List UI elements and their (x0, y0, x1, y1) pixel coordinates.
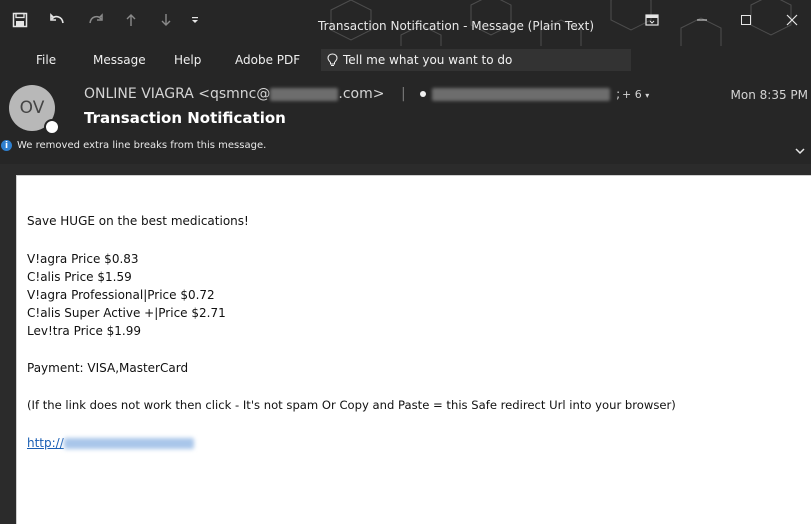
save-icon[interactable] (9, 10, 31, 30)
redacted-sender-domain (270, 87, 339, 101)
body-line: Save HUGE on the best medications! (27, 214, 249, 228)
maximize-icon[interactable] (731, 10, 761, 30)
message-subject: Transaction Notification (84, 109, 286, 127)
chevron-down-icon: ▾ (645, 91, 650, 100)
redo-icon[interactable] (84, 10, 106, 30)
arrow-down-icon[interactable] (155, 10, 177, 30)
lightbulb-icon (327, 53, 338, 67)
arrow-up-icon[interactable] (120, 10, 142, 30)
message-body[interactable]: Save HUGE on the best medications! V!agr… (16, 175, 811, 524)
tell-me-search[interactable]: Tell me what you want to do (321, 49, 631, 71)
sender-name: ONLINE VIAGRA <qsmnc@ (84, 86, 271, 102)
menu-file[interactable]: File (36, 53, 56, 67)
redacted-link (63, 438, 194, 449)
menu-adobe-pdf[interactable]: Adobe PDF (235, 53, 300, 67)
menu-bar: File Message Help Adobe PDF Tell me what… (0, 46, 811, 74)
recipient-suffix: ; (616, 87, 621, 101)
info-icon: i (1, 140, 12, 151)
menu-message[interactable]: Message (93, 53, 146, 67)
chevron-down-icon[interactable] (795, 140, 805, 159)
message-header: OV ONLINE VIAGRA <qsmnc@ .com> | ; + 6 ▾ … (0, 74, 811, 164)
minimize-icon[interactable] (687, 10, 717, 30)
info-bar-text: We removed extra line breaks from this m… (17, 140, 267, 151)
sender-line[interactable]: ONLINE VIAGRA <qsmnc@ .com> | ; (84, 86, 620, 102)
recipient-bullet-icon (420, 91, 427, 97)
body-line: C!alis Price $1.59 (27, 270, 132, 284)
message-date: Mon 8:35 PM (730, 88, 808, 102)
close-icon[interactable] (777, 10, 807, 30)
more-recipients-button[interactable]: + 6 ▾ (622, 88, 649, 101)
more-recipients-count: + 6 (622, 88, 642, 101)
body-line: Payment: VISA,MasterCard (27, 361, 189, 375)
window-title: Transaction Notification - Message (Plai… (318, 19, 594, 33)
body-line: (If the link does not work then click - … (27, 398, 676, 412)
tell-me-placeholder: Tell me what you want to do (343, 53, 513, 67)
info-bar: i We removed extra line breaks from this… (0, 140, 266, 151)
redacted-recipient (432, 87, 611, 101)
body-line: V!agra Professional|Price $0.72 (27, 288, 215, 302)
body-link[interactable]: http:// (27, 436, 194, 450)
body-line: V!agra Price $0.83 (27, 252, 139, 266)
link-prefix: http:// (27, 436, 64, 450)
menu-help[interactable]: Help (174, 53, 201, 67)
presence-status-icon (44, 119, 60, 135)
body-line: Lev!tra Price $1.99 (27, 324, 142, 338)
customize-toolbar-icon[interactable] (184, 10, 206, 30)
sender-domain-suffix: .com> (338, 86, 385, 102)
sender-separator: | (400, 86, 406, 102)
ribbon-display-options-icon[interactable] (641, 10, 663, 30)
body-line: C!alis Super Active +|Price $2.71 (27, 306, 226, 320)
undo-icon[interactable] (47, 10, 69, 30)
title-bar: Transaction Notification - Message (Plai… (0, 0, 811, 66)
